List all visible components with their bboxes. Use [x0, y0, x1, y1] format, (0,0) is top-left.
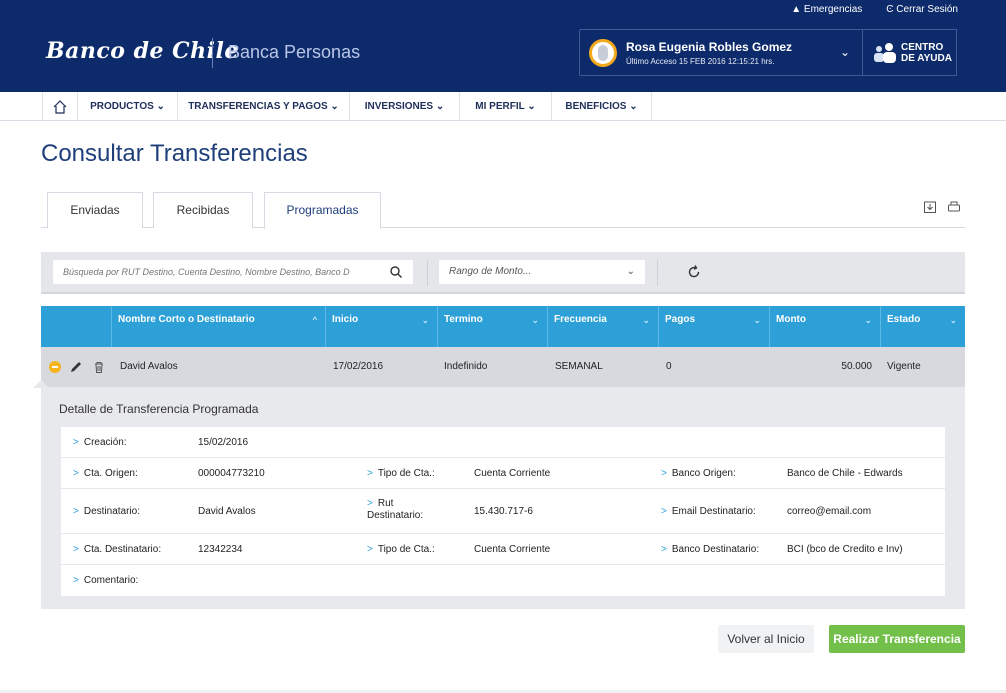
row-monto: 50.000	[841, 361, 872, 372]
people-icon	[874, 43, 896, 63]
comentario-label[interactable]: > Comentario:	[73, 575, 138, 586]
search-box	[53, 260, 413, 284]
email-label[interactable]: > Email Destinatario:	[661, 506, 756, 517]
row-pagos: 0	[666, 361, 672, 372]
column-header-pagos[interactable]: Pagos ⌄	[658, 306, 769, 347]
detail-row: > Cta. Destinatario: 12342234 > Tipo de Ct…	[61, 534, 945, 565]
creacion-value: 15/02/2016	[198, 437, 249, 448]
logo-divider	[212, 38, 213, 68]
range-label: Rango de Monto...	[449, 266, 532, 277]
tab-bar: Enviadas Recibidas Programadas	[41, 192, 965, 229]
chevron-up-icon: ^	[312, 315, 317, 325]
column-header-empty	[41, 306, 111, 347]
main-nav: PRODUCTOS ⌄ TRANSFERENCIAS Y PAGOS ⌄ INV…	[0, 92, 1006, 121]
column-header-nombre[interactable]: Nombre Corto o Destinatario ^	[111, 306, 325, 347]
filter-bar: Rango de Monto... ⌄	[41, 252, 965, 294]
collapse-icon[interactable]	[49, 361, 61, 373]
volver-button[interactable]: Volver al Inicio	[718, 625, 814, 653]
cta-origen-value: 000004773210	[198, 468, 265, 479]
table-row[interactable]: David Avalos 17/02/2016 Indefinido SEMAN…	[41, 347, 965, 387]
nav-inversiones[interactable]: INVERSIONES ⌄	[350, 92, 460, 121]
nav-beneficios[interactable]: BENEFICIOS ⌄	[552, 92, 652, 121]
help-label: CENTRO DE AYUDA	[901, 42, 952, 64]
page-title: Consultar Transferencias	[41, 140, 308, 167]
bank-logo[interactable]: Banco de Chile	[46, 38, 239, 64]
detail-card: > Creación: 15/02/2016 > Cta. Origen: 0000…	[61, 427, 945, 596]
row-estado: Vigente	[887, 361, 921, 372]
chevron-down-icon: ⌄	[753, 315, 761, 325]
column-header-frecuencia[interactable]: Frecuencia ⌄	[547, 306, 658, 347]
detail-row: > Creación: 15/02/2016	[61, 427, 945, 458]
last-access: Último Acceso 15 FEB 2016 12:15:21 hrs.	[626, 57, 775, 66]
divider	[427, 260, 428, 286]
chevron-down-icon[interactable]: ⌄	[840, 45, 850, 59]
table-header: Nombre Corto o Destinatario ^ Inicio ⌄ Ter…	[41, 306, 965, 347]
nav-mi-perfil[interactable]: MI PERFIL ⌄	[460, 92, 552, 121]
tab-recibidas[interactable]: Recibidas	[153, 192, 253, 228]
row-termino: Indefinido	[444, 361, 488, 372]
user-name: Rosa Eugenia Robles Gomez	[626, 40, 793, 54]
chevron-down-icon: ⌄	[531, 315, 539, 325]
detail-title: Detalle de Transferencia Programada	[59, 402, 259, 416]
rut-value: 15.430.717-6	[474, 506, 533, 517]
chevron-down-icon: ⌄	[421, 315, 429, 325]
cta-destinatario-label[interactable]: > Cta. Destinatario:	[73, 544, 161, 555]
creacion-label[interactable]: > Creación:	[73, 437, 127, 448]
cerrar-sesion-link[interactable]: Ͼ Cerrar Sesión	[886, 4, 958, 15]
home-icon[interactable]	[42, 92, 78, 121]
site-subtitle: Banca Personas	[228, 42, 361, 62]
print-icon[interactable]	[947, 200, 961, 214]
topbar: ▲ Emergencias Ͼ Cerrar Sesión	[791, 4, 958, 15]
banco-dest-label[interactable]: > Banco Destinatario:	[661, 544, 759, 555]
avatar	[589, 39, 617, 67]
chevron-down-icon: ⌄	[949, 315, 957, 325]
tipo-cta-dest-label[interactable]: > Tipo de Cta.:	[367, 544, 435, 555]
tab-programadas[interactable]: Programadas	[264, 192, 381, 229]
column-header-estado[interactable]: Estado ⌄	[880, 306, 965, 347]
search-icon[interactable]	[389, 265, 403, 279]
row-nombre: David Avalos	[120, 361, 178, 372]
column-header-inicio[interactable]: Inicio ⌄	[325, 306, 437, 347]
column-header-monto[interactable]: Monto ⌄	[769, 306, 880, 347]
row-frecuencia: SEMANAL	[555, 361, 603, 372]
banco-origen-value: Banco de Chile - Edwards	[787, 468, 903, 479]
detail-panel: Detalle de Transferencia Programada > Cre…	[41, 387, 965, 609]
chevron-down-icon: ⌄	[626, 266, 635, 277]
header: ▲ Emergencias Ͼ Cerrar Sesión Banco de C…	[0, 0, 1006, 92]
realizar-transferencia-button[interactable]: Realizar Transferencia	[829, 625, 965, 653]
download-icon[interactable]	[923, 200, 937, 214]
destinatario-value: David Avalos	[198, 506, 256, 517]
divider	[657, 260, 658, 286]
cta-origen-label[interactable]: > Cta. Origen:	[73, 468, 138, 479]
nav-productos[interactable]: PRODUCTOS ⌄	[78, 92, 178, 121]
tipo-cta-origen-value: Cuenta Corriente	[474, 468, 551, 479]
chevron-down-icon: ⌄	[642, 315, 650, 325]
nav-transferencias[interactable]: TRANSFERENCIAS Y PAGOS ⌄	[178, 92, 350, 121]
trash-icon[interactable]	[92, 360, 106, 374]
amount-range-select[interactable]: Rango de Monto... ⌄	[439, 260, 645, 284]
detail-row: > Cta. Origen: 000004773210 > Tipo de Cta.…	[61, 458, 945, 489]
banco-dest-value: BCI (bco de Credito e Inv)	[787, 544, 903, 555]
chevron-down-icon: ⌄	[864, 315, 872, 325]
help-center-button[interactable]: CENTRO DE AYUDA	[863, 29, 957, 76]
cta-destinatario-value: 12342234	[198, 544, 243, 555]
search-input[interactable]	[53, 260, 373, 284]
tab-enviadas[interactable]: Enviadas	[47, 192, 143, 228]
tipo-cta-origen-label[interactable]: > Tipo de Cta.:	[367, 468, 435, 479]
tipo-cta-dest-value: Cuenta Corriente	[474, 544, 551, 555]
emergencias-link[interactable]: ▲ Emergencias	[791, 4, 862, 15]
refresh-icon[interactable]	[686, 264, 702, 280]
destinatario-label[interactable]: > Destinatario:	[73, 506, 140, 517]
edit-icon[interactable]	[69, 360, 83, 374]
banco-origen-label[interactable]: > Banco Origen:	[661, 468, 736, 479]
column-header-termino[interactable]: Termino ⌄	[437, 306, 547, 347]
rut-destinatario-label[interactable]: > Rut Destinatario:	[367, 498, 423, 522]
user-menu[interactable]: Rosa Eugenia Robles Gomez Último Acceso …	[579, 29, 863, 76]
detail-row: > Destinatario: David Avalos > Rut Destinat…	[61, 489, 945, 534]
detail-row: > Comentario:	[61, 565, 945, 596]
email-value: correo@email.com	[787, 506, 872, 517]
row-inicio: 17/02/2016	[333, 361, 384, 372]
